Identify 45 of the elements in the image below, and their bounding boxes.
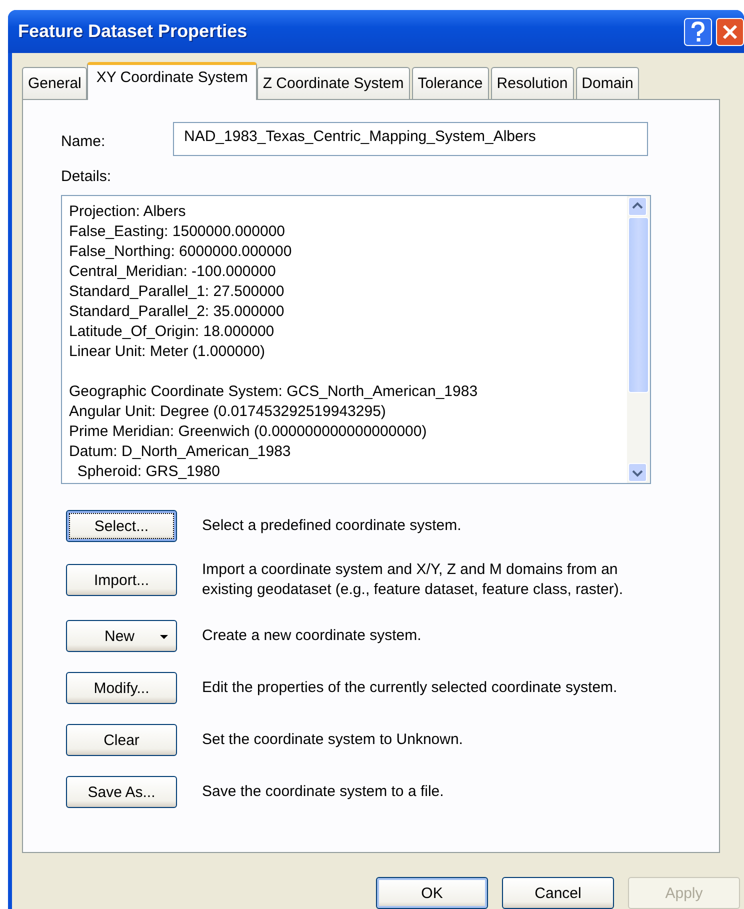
tab[interactable]: Resolution (490, 67, 574, 99)
tab[interactable]: General (22, 67, 88, 99)
action-description: Import a coordinate system and X/Y, Z and M domains from an existing geodataset (e.g., feature dataset, feature class, raster). (202, 560, 624, 600)
tab[interactable]: Z Coordinate System (256, 67, 410, 99)
action-description: Save the coordinate system to a file. (202, 782, 445, 802)
detail-line: Prime Meridian: Greenwich (0.000000000000000000) (69, 422, 428, 442)
detail-line: Latitude_Of_Origin: 18.000000 (69, 322, 276, 342)
scroll-down-icon[interactable] (628, 463, 647, 482)
window-title: Feature Dataset Properties (18, 21, 248, 42)
detail-line: Standard_Parallel_1: 27.500000 (69, 282, 286, 302)
action-button[interactable]: Import... (66, 564, 177, 596)
action-button[interactable]: New (66, 620, 177, 652)
tab[interactable]: XY Coordinate System (87, 62, 257, 100)
action-description: Set the coordinate system to Unknown. (202, 730, 464, 750)
action-button[interactable]: Save As... (66, 776, 177, 808)
action-description: Edit the properties of the currently selected coordinate system. (202, 678, 618, 698)
close-icon[interactable] (716, 18, 744, 46)
scrollbar[interactable] (627, 196, 650, 483)
action-description: Select a predefined coordinate system. (202, 516, 462, 536)
action-button[interactable]: Clear (66, 724, 177, 756)
dialog-button[interactable]: Cancel (502, 877, 614, 909)
name-field[interactable]: NAD_1983_Texas_Centric_Mapping_System_Albers (173, 122, 648, 156)
name-label: Name: (61, 132, 106, 150)
scrollbar-thumb[interactable] (628, 217, 649, 393)
action-button[interactable]: Modify... (66, 672, 177, 704)
tab[interactable]: Tolerance (412, 67, 489, 99)
details-label: Details: (61, 168, 112, 185)
help-icon[interactable] (684, 18, 712, 46)
detail-line: Geographic Coordinate System: GCS_North_American_1983 (69, 382, 479, 402)
detail-line: Linear Unit: Meter (1.000000) (69, 342, 266, 362)
detail-line: Standard_Parallel_2: 35.000000 (69, 302, 286, 322)
scroll-up-icon[interactable] (628, 197, 647, 216)
details-text-box[interactable] (61, 195, 651, 484)
detail-line: False_Easting: 1500000.000000 (69, 222, 286, 242)
tab[interactable]: Domain (576, 67, 640, 99)
detail-line: Projection: Albers (69, 202, 187, 222)
caret-icon (160, 635, 168, 639)
action-button[interactable]: Select... (66, 510, 177, 542)
detail-line: Central_Meridian: -100.000000 (69, 262, 277, 282)
detail-line: Angular Unit: Degree (0.017453292519943295) (69, 402, 387, 422)
dialog-button[interactable]: OK (376, 877, 488, 909)
detail-line: False_Northing: 6000000.000000 (69, 242, 293, 262)
detail-line: Spheroid: GRS_1980 (76, 462, 221, 482)
action-description: Create a new coordinate system. (202, 626, 422, 646)
detail-line: Datum: D_North_American_1983 (69, 442, 292, 462)
